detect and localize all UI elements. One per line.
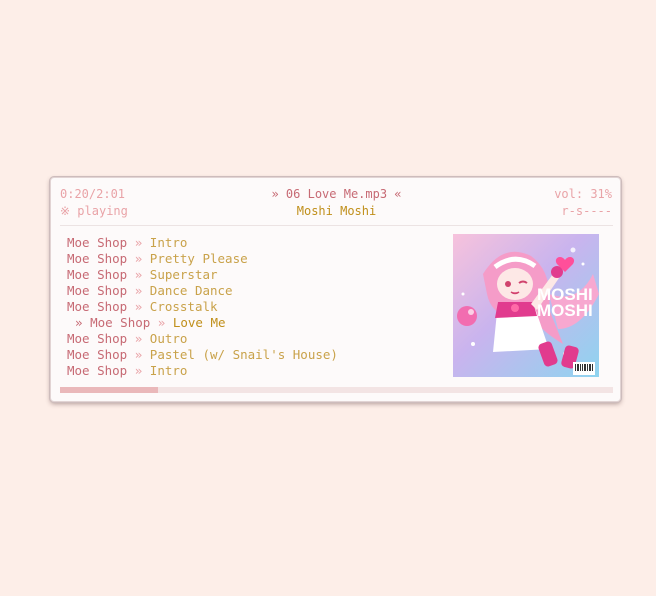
playlist-item-separator: »: [127, 363, 150, 378]
playlist-item-title: Dance Dance: [149, 283, 233, 298]
playlist-item-artist: Moe Shop: [67, 363, 128, 378]
playlist-item[interactable]: Moe Shop » Pastel (w/ Snail's House): [67, 347, 338, 363]
playlist-item-artist: Moe Shop: [67, 283, 128, 298]
progress-bar[interactable]: [60, 387, 613, 393]
playlist-item[interactable]: Moe Shop » Crosstalk: [67, 299, 338, 315]
playlist-item[interactable]: Moe Shop » Intro: [67, 363, 338, 379]
playlist-item-title: Love Me: [172, 315, 226, 330]
playlist-item-separator: »: [127, 235, 150, 250]
playlist-item-title: Pretty Please: [149, 251, 248, 266]
playlist-item-separator: »: [127, 331, 150, 346]
playlist-item-title: Pastel (w/ Snail's House): [149, 347, 338, 362]
playlist-item-artist: Moe Shop: [67, 299, 128, 314]
current-track-marker: »: [75, 315, 91, 330]
playlist-item[interactable]: Moe Shop » Intro: [67, 235, 338, 251]
playlist-item-artist: Moe Shop: [67, 347, 128, 362]
playlist-item-artist: Moe Shop: [67, 267, 128, 282]
playlist-item-title: Intro: [149, 235, 188, 250]
playlist-item-title: Superstar: [149, 267, 218, 282]
album-cover-art: MOSHI MOSHI: [453, 234, 599, 377]
playlist-item-separator: »: [127, 267, 150, 282]
playlist-item-separator: »: [150, 315, 173, 330]
header-divider: [60, 225, 613, 226]
mode-flags[interactable]: r-s----: [561, 203, 612, 219]
cover-text-line2: MOSHI: [537, 301, 593, 320]
playlist-item[interactable]: Moe Shop » Pretty Please: [67, 251, 338, 267]
playlist-item-title: Intro: [149, 363, 188, 378]
playlist-item-separator: »: [127, 347, 150, 362]
playlist-item-title: Outro: [149, 331, 188, 346]
playlist-item[interactable]: Moe Shop » Superstar: [67, 267, 338, 283]
playlist-item-separator: »: [127, 299, 150, 314]
playlist-item-separator: »: [127, 251, 150, 266]
playlist-item-artist: Moe Shop: [67, 235, 128, 250]
playlist-item-title: Crosstalk: [149, 299, 218, 314]
playlist-item[interactable]: Moe Shop » Outro: [67, 331, 338, 347]
playlist-item[interactable]: » Moe Shop » Love Me: [67, 315, 338, 331]
album-title: Moshi Moshi: [296, 204, 377, 218]
progress-fill: [60, 387, 158, 393]
music-player-window: 0:20/2:01 ※ playing » 06 Love Me.mp3 « M…: [50, 177, 621, 402]
playlist: Moe Shop » Intro Moe Shop » Pretty Please…: [67, 235, 338, 379]
playlist-item-separator: »: [127, 283, 150, 298]
playlist-item-artist: Moe Shop: [67, 251, 128, 266]
volume-display[interactable]: vol: 31%: [554, 186, 612, 202]
playlist-item-artist: Moe Shop: [67, 331, 128, 346]
playlist-item[interactable]: Moe Shop » Dance Dance: [67, 283, 338, 299]
now-playing-title: » 06 Love Me.mp3 «: [271, 187, 402, 201]
album-cover: MOSHI MOSHI: [453, 234, 599, 377]
playlist-item-artist: Moe Shop: [90, 315, 151, 330]
